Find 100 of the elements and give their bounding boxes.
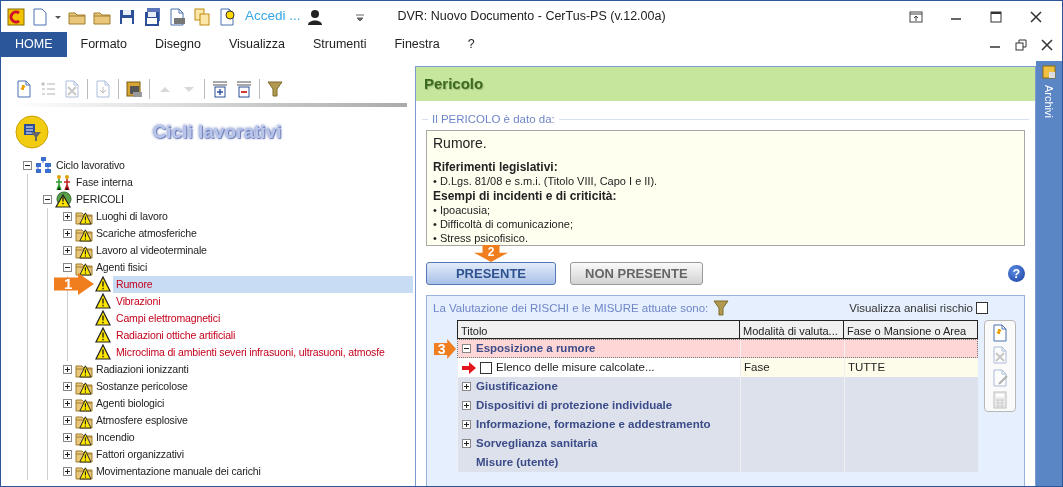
checkbox[interactable] [480, 361, 492, 374]
expand-icon[interactable] [462, 401, 471, 411]
expand-icon[interactable] [62, 382, 72, 391]
tree-item[interactable]: Luoghi di lavoro [93, 207, 171, 226]
close-icon[interactable] [1028, 8, 1044, 25]
toggle-button[interactable]: NON PRESENTE [570, 262, 703, 286]
section-label: Il PERICOLO è dato da: [432, 112, 555, 127]
warning-icon [95, 327, 113, 344]
tree-item[interactable]: Agenti biologici [93, 394, 168, 413]
panel-title: Pericolo [424, 73, 484, 94]
tree-item[interactable]: Lavoro al videoterminale [93, 241, 210, 260]
expand-icon[interactable] [462, 420, 471, 430]
ribbon-tab[interactable]: Disegno [141, 32, 215, 57]
close-icon[interactable] [1040, 37, 1054, 52]
tree-item[interactable]: Fase interna [73, 173, 136, 192]
tree-item[interactable]: Movimentazione manuale dei carichi [93, 462, 264, 481]
print-preview-icon[interactable] [168, 7, 186, 26]
tree-item[interactable]: Microclima di ambienti severi infrasuoni, ultrasuoni, atmosfe [113, 343, 388, 362]
expand-icon[interactable] [62, 450, 72, 459]
side-tab[interactable]: Archivi [1040, 85, 1058, 118]
collapse-all-icon[interactable] [235, 80, 253, 98]
ribbon-tab[interactable]: HOME [1, 32, 67, 57]
table-cell[interactable]: Giustificazione [457, 377, 740, 397]
collapse-icon[interactable] [22, 161, 32, 170]
tree-item[interactable]: Radiazioni ionizzanti [93, 360, 192, 379]
people-icon [55, 174, 73, 191]
maximize-icon[interactable] [988, 8, 1004, 25]
tree-item[interactable]: Incendio [93, 428, 138, 447]
ribbon-tab[interactable]: ? [453, 32, 489, 57]
expand-icon[interactable] [462, 439, 471, 449]
expand-icon[interactable] [62, 246, 72, 255]
column-header[interactable]: Titolo [458, 321, 739, 339]
tree-item[interactable]: Ciclo lavorativo [53, 156, 128, 175]
ribbon-display-icon[interactable] [908, 8, 924, 25]
expand-icon[interactable] [62, 467, 72, 476]
tree-item[interactable]: Fattori organizzativi [93, 445, 187, 464]
new-document-icon[interactable] [32, 7, 48, 26]
step-callout: 3 [434, 339, 456, 360]
checkbox-label: Visualizza analisi rischio [849, 300, 973, 316]
filter-icon[interactable] [712, 299, 731, 318]
tree-item[interactable]: PERICOLI [73, 190, 127, 209]
table-cell[interactable]: Misure (utente) [457, 453, 740, 473]
new-document-icon[interactable] [991, 323, 1009, 342]
ribbon-tab[interactable]: Visualizza [214, 32, 299, 57]
tree-item[interactable]: Sostanze pericolose [93, 377, 191, 396]
table-cell[interactable]: Dispositivi di protezione individuale [457, 396, 740, 416]
tree-item[interactable]: Rumore [113, 275, 413, 294]
collapse-icon[interactable] [462, 344, 471, 354]
tree-item[interactable]: Radiazioni ottiche artificiali [113, 326, 239, 345]
expand-icon[interactable] [62, 416, 72, 425]
warning-icon [95, 276, 113, 293]
customize-icon[interactable] [354, 11, 365, 22]
description-bullet: • Ipoacusia; [433, 203, 491, 216]
app-icon[interactable] [7, 7, 25, 26]
tree-item[interactable]: Atmosfere esplosive [93, 411, 191, 430]
checkbox[interactable] [976, 302, 988, 315]
archive-icon[interactable] [1042, 65, 1056, 79]
table-cell[interactable]: Sorveglianza sanitaria [457, 434, 740, 454]
section-label: La Valutazione dei RISCHI e le MISURE attuate sono: [433, 300, 709, 316]
new-document-icon[interactable] [15, 80, 33, 98]
help-document-icon[interactable] [218, 7, 236, 26]
step-callout: 2 [474, 245, 508, 263]
ribbon-tab[interactable]: Formato [66, 32, 142, 57]
archive-icon[interactable] [125, 80, 143, 98]
collapse-icon[interactable] [42, 195, 52, 204]
column-header[interactable]: Modalità di valuta... [739, 321, 843, 339]
description-bullet: • Stress psicofisico. [433, 232, 528, 245]
column-header[interactable]: Fase o Mansione o Area [843, 321, 977, 339]
warning-icon [95, 344, 113, 361]
collapse-icon[interactable] [62, 263, 72, 272]
expand-icon[interactable] [62, 433, 72, 442]
table-cell[interactable]: Esposizione a rumore [457, 339, 740, 359]
tree-item[interactable]: Vibrazioni [113, 292, 164, 311]
filter-icon[interactable] [266, 80, 284, 98]
expand-icon[interactable] [62, 229, 72, 238]
tree-item[interactable]: Campi elettromagnetici [113, 309, 224, 328]
tree-item[interactable]: Scariche atmosferiche [93, 224, 200, 243]
help-icon[interactable]: ? [1008, 265, 1025, 283]
table-cell: Fase [740, 358, 844, 378]
warning-icon [95, 293, 113, 310]
calculator-filter-icon [15, 115, 49, 149]
ribbon-tab[interactable]: Strumenti [299, 32, 381, 57]
save-icon[interactable] [118, 7, 136, 26]
table-cell[interactable]: Informazione, formazione e addestramento [457, 415, 740, 435]
warning-icon [95, 310, 113, 327]
toggle-button[interactable]: PRESENTE [426, 262, 556, 286]
expand-icon[interactable] [462, 382, 471, 392]
window-title: DVR: Nuovo Documento - CerTus-PS (v.12.00a) [397, 9, 666, 24]
tree-item[interactable]: Agenti fisici [93, 258, 151, 277]
expand-icon[interactable] [62, 399, 72, 408]
globe-warning-icon [55, 191, 73, 208]
expand-all-icon[interactable] [211, 80, 229, 98]
expand-icon[interactable] [62, 212, 72, 221]
user-icon[interactable] [307, 8, 322, 25]
description-heading: Riferimenti legislativi: [433, 160, 558, 175]
ribbon-tab[interactable]: Finestra [380, 32, 454, 57]
save-all-icon[interactable] [143, 7, 161, 26]
restore-icon[interactable] [1014, 37, 1028, 52]
expand-icon[interactable] [62, 365, 72, 374]
description-lead: Rumore. [433, 134, 488, 153]
